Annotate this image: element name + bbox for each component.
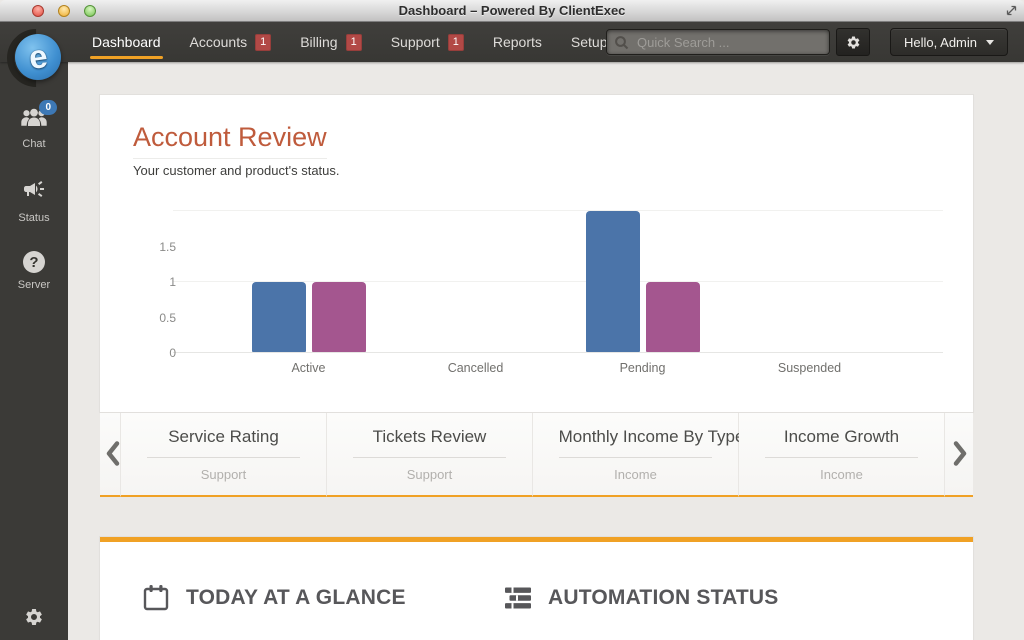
nav-item-accounts[interactable]: Accounts 1 [190,22,272,62]
automation-status-section: AUTOMATION STATUS [505,584,779,612]
bar-pending-purple [646,282,700,352]
bar-active-blue [252,282,306,352]
y-axis-tick-label: 0 [142,346,176,360]
x-axis-label-cancelled: Cancelled [392,361,559,375]
window-controls [32,5,96,17]
y-axis-tick-label: 1.5 [142,240,176,254]
carousel-next-button[interactable] [950,438,970,473]
nav-item-support[interactable]: Support 1 [391,22,464,62]
logo-circle: e [15,34,61,80]
user-menu-button[interactable]: Hello, Admin [890,28,1008,56]
gear-icon [24,607,44,627]
carousel-card-category: Income [820,467,863,482]
chevron-right-icon [952,440,968,468]
carousel-card-category: Support [201,467,247,482]
sidebar-item-chat[interactable]: 0Chat [0,108,68,150]
chevron-down-icon [986,40,994,45]
zoom-window-button[interactable] [84,5,96,17]
settings-gear-button[interactable] [836,28,870,56]
notification-badge: 1 [255,34,271,51]
carousel-card-title: Service Rating [147,427,301,458]
account-status-bar-chart: 00.511.5ActiveCancelledPendingSuspended [185,211,943,353]
x-axis-label-suspended: Suspended [726,361,893,375]
report-carousel: Service Rating Support Tickets Review Suppo… [100,413,973,497]
account-review-subtitle: Your customer and product's status. [133,163,973,178]
window-titlebar: Dashboard – Powered By ClientExec [0,0,1024,22]
summary-card: TODAY AT A GLANCE AUTOMATION STATUS [100,537,973,640]
sidebar-item-label: Status [18,212,49,224]
y-axis-tick-label: 1 [142,275,176,289]
nav-item-label: Dashboard [92,34,161,50]
logo-letter: e [26,37,49,77]
window-title: Dashboard – Powered By ClientExec [399,3,626,18]
sidebar-count-badge: 0 [39,100,57,115]
sidebar-settings-button[interactable] [24,607,44,632]
question-circle-icon: ? [23,251,45,273]
close-window-button[interactable] [32,5,44,17]
clientexec-logo[interactable]: e [7,29,65,87]
nav-item-dashboard[interactable]: Dashboard [92,22,161,62]
gridline [173,352,943,353]
carousel-card-income-growth[interactable]: Income Growth Income [739,413,945,497]
nav-item-setup[interactable]: Setup [571,22,608,62]
carousel-prev-button[interactable] [103,438,123,473]
bar-pending-blue [586,211,640,352]
carousel-card-category: Support [407,467,453,482]
sidebar-item-label: Chat [22,138,45,150]
nav-item-label: Reports [493,34,542,50]
sidebar-item-status[interactable]: Status [0,177,68,224]
bar-active-purple [312,282,366,352]
megaphone-icon [22,177,46,206]
main-navigation: Dashboard Accounts 1 Billing 1 Support 1 Report… [92,22,608,62]
account-review-card: Account Review Your customer and product… [100,95,973,412]
carousel-card-monthly-income-by-type[interactable]: Monthly Income By Type Income [533,413,739,497]
carousel-card-tickets-review[interactable]: Tickets Review Support [327,413,533,497]
nav-item-billing[interactable]: Billing 1 [300,22,361,62]
minimize-window-button[interactable] [58,5,70,17]
main-content: Account Review Your customer and product… [68,62,1024,640]
y-axis-tick-label: 0.5 [142,311,176,325]
chevron-left-icon [105,440,121,468]
automation-stack-icon [505,587,531,609]
carousel-cards: Service Rating Support Tickets Review Suppo… [121,413,945,497]
nav-item-label: Support [391,34,440,50]
quick-search [606,29,830,55]
summary-headings: TODAY AT A GLANCE AUTOMATION STATUS [100,584,973,612]
user-menu-label: Hello, Admin [904,35,977,50]
x-axis-label-active: Active [225,361,392,375]
carousel-card-title: Monthly Income By Type [559,427,713,458]
today-at-a-glance-section: TODAY AT A GLANCE [143,584,505,612]
question-circle-icon: ? [23,251,45,273]
nav-item-reports[interactable]: Reports [493,22,542,62]
nav-item-label: Billing [300,34,337,50]
gear-icon [846,35,861,50]
sidebar-item-server[interactable]: ? Server [0,251,68,291]
automation-status-title: AUTOMATION STATUS [548,586,779,610]
carousel-card-title: Tickets Review [353,427,507,458]
gridline [173,210,943,211]
carousel-card-title: Income Growth [765,427,919,458]
sidebar-item-label: Server [18,279,50,291]
account-review-title: Account Review [133,122,327,159]
calendar-icon [143,584,169,612]
nav-item-label: Setup [571,34,608,50]
left-sidebar: 0ChatStatus?Server [0,62,68,640]
nav-item-label: Accounts [190,34,248,50]
search-input[interactable] [607,30,829,54]
today-at-a-glance-title: TODAY AT A GLANCE [186,586,406,610]
notification-badge: 1 [346,34,362,51]
notification-badge: 1 [448,34,464,51]
resize-icon[interactable] [1005,4,1018,22]
navbar-right: Hello, Admin [606,28,1008,56]
sidebar-items: 0ChatStatus?Server [0,62,68,291]
top-navbar: e DashboardAccounts1Billing1Support1Repo… [0,22,1024,62]
x-axis-label-pending: Pending [559,361,726,375]
carousel-card-category: Income [614,467,657,482]
carousel-card-service-rating[interactable]: Service Rating Support [121,413,327,497]
